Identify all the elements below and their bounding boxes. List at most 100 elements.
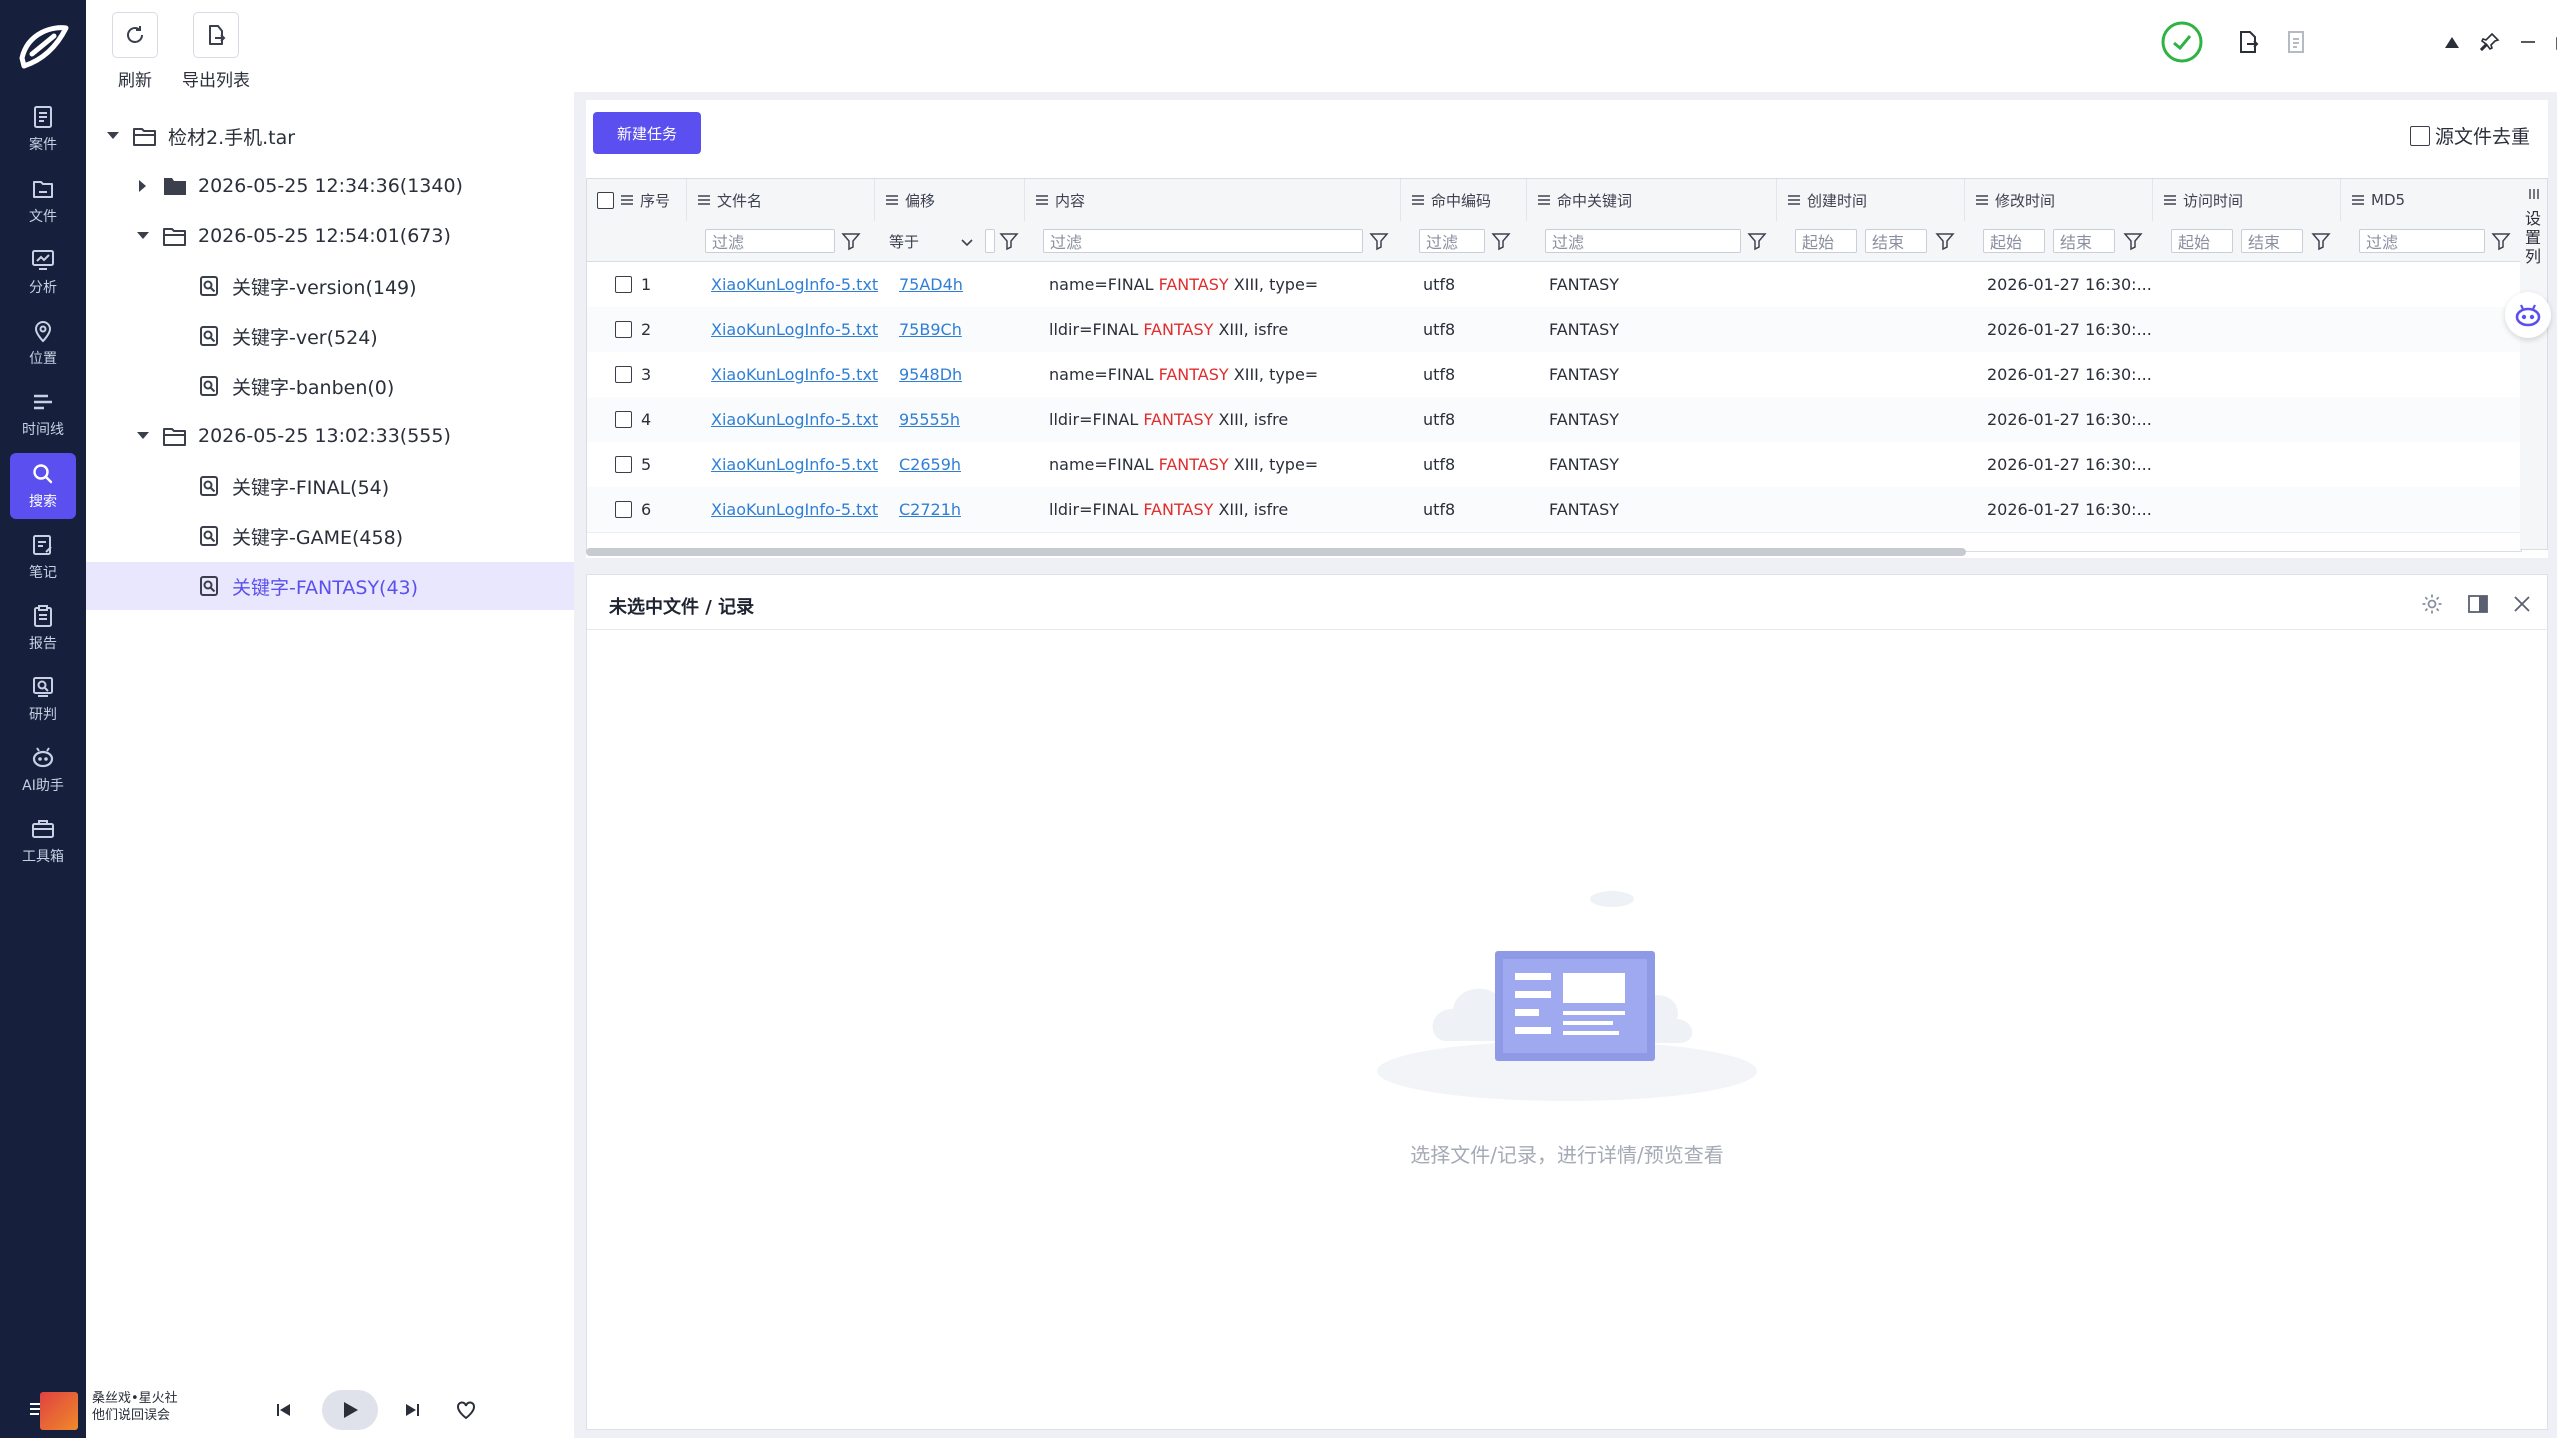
filter-icon[interactable] [1369,231,1389,251]
file-link[interactable]: XiaoKunLogInfo-5.txt [711,442,878,487]
column-menu-icon[interactable] [1537,194,1551,206]
file-link[interactable]: XiaoKunLogInfo-5.txt [711,397,878,442]
column-menu-icon[interactable] [1975,194,1989,206]
tree-item-folder[interactable]: 2026-05-25 13:02:33(555) [86,412,574,460]
tree-item-keyword[interactable]: 关键字-banben(0) [86,362,574,410]
offset-link[interactable]: 9548Dh [899,352,962,397]
row-checkbox-box[interactable] [615,321,632,338]
chevron-down-icon[interactable] [134,427,152,445]
nav-item-file[interactable]: 文件 [10,168,76,234]
offset-link[interactable]: C2659h [899,442,961,487]
nav-item-location[interactable]: 位置 [10,310,76,376]
file-link[interactable]: XiaoKunLogInfo-5.txt [711,307,878,352]
column-menu-icon[interactable] [2163,194,2177,206]
close-panel-icon[interactable] [2507,589,2537,619]
favorite-button[interactable] [446,1390,486,1430]
nav-item-judge[interactable]: 研判 [10,666,76,732]
chevron-down-icon[interactable] [134,227,152,245]
column-menu-icon[interactable] [2351,194,2365,206]
table-row[interactable]: 2 XiaoKunLogInfo-5.txt 75B9Ch lldir=FINA… [587,307,2521,353]
nav-item-timeline[interactable]: 时间线 [10,381,76,447]
col-header-content[interactable]: 内容 [1025,179,1401,221]
column-menu-icon[interactable] [1035,194,1049,206]
tree-item-folder[interactable]: 2026-05-25 12:34:36(1340) [86,162,574,210]
album-art[interactable] [40,1392,78,1430]
filter-input-md5[interactable]: 过滤 [2359,229,2485,253]
pin-icon[interactable] [2472,24,2508,60]
column-menu-icon[interactable] [1411,194,1425,206]
offset-operator-select[interactable]: 等于 [883,229,963,253]
minimize-icon[interactable] [2510,24,2546,60]
select-all-checkbox[interactable] [597,191,614,209]
row-checkbox-box[interactable] [615,411,632,428]
next-track-button[interactable] [392,1390,432,1430]
row-checkbox[interactable] [615,397,632,442]
column-menu-icon[interactable] [885,194,899,206]
tree-item-keyword-selected[interactable]: 关键字-FANTASY(43) [86,562,574,610]
user-icon[interactable] [2434,24,2470,60]
row-checkbox-box[interactable] [615,366,632,383]
table-row[interactable]: 3 XiaoKunLogInfo-5.txt 9548Dh name=FINAL… [587,352,2521,398]
accessed-start-input[interactable]: 起始 [2171,229,2233,253]
tree-item-keyword[interactable]: 关键字-FINAL(54) [86,462,574,510]
filter-icon[interactable] [841,231,861,251]
row-checkbox[interactable] [615,307,632,352]
offset-link[interactable]: 75AD4h [899,262,963,307]
col-header-keyword[interactable]: 命中关键词 [1527,179,1777,221]
export-file-icon[interactable] [2230,24,2266,60]
col-header-accessed[interactable]: 访问时间 [2153,179,2341,221]
tree-item-keyword[interactable]: 关键字-version(149) [86,262,574,310]
column-menu-icon[interactable] [1787,194,1801,206]
row-checkbox-box[interactable] [615,456,632,473]
horizontal-scrollbar[interactable] [586,548,1966,556]
file-link[interactable]: XiaoKunLogInfo-5.txt [711,352,878,397]
row-checkbox-box[interactable] [615,501,632,518]
table-row[interactable]: 6 XiaoKunLogInfo-5.txt C2721h lldir=FINA… [587,487,2521,533]
offset-link[interactable]: 75B9Ch [899,307,962,352]
table-row[interactable]: 5 XiaoKunLogInfo-5.txt C2659h name=FINAL… [587,442,2521,488]
created-end-input[interactable]: 结束 [1865,229,1927,253]
modified-end-input[interactable]: 结束 [2053,229,2115,253]
dedupe-checkbox-box[interactable] [2409,125,2430,146]
filter-input-offset[interactable] [985,229,995,253]
chevron-right-icon[interactable] [134,177,152,195]
filter-input-keyword[interactable]: 过滤 [1545,229,1741,253]
modified-start-input[interactable]: 起始 [1983,229,2045,253]
nav-item-toolbox[interactable]: 工具箱 [10,808,76,874]
table-row[interactable]: 1 XiaoKunLogInfo-5.txt 75AD4h name=FINAL… [587,262,2521,308]
filter-input-encoding[interactable]: 过滤 [1419,229,1485,253]
tree-item-folder[interactable]: 2026-05-25 12:54:01(673) [86,212,574,260]
filter-icon[interactable] [1935,231,1955,251]
tree-item-keyword[interactable]: 关键字-GAME(458) [86,512,574,560]
nav-item-case[interactable]: 案件 [10,96,76,162]
nav-item-ai-assistant[interactable]: AI助手 [10,737,76,803]
filter-input-filename[interactable]: 过滤 [705,229,835,253]
file-link[interactable]: XiaoKunLogInfo-5.txt [711,487,878,532]
nav-item-analysis[interactable]: 分析 [10,239,76,305]
nav-item-search[interactable]: 搜索 [10,453,76,519]
row-checkbox[interactable] [615,442,632,487]
split-view-icon[interactable] [2463,589,2493,619]
col-header-modified[interactable]: 修改时间 [1965,179,2153,221]
settings-gear-icon[interactable] [2417,589,2447,619]
row-checkbox-box[interactable] [615,276,632,293]
col-header-offset[interactable]: 偏移 [875,179,1025,221]
offset-link[interactable]: C2721h [899,487,961,532]
export-list-button[interactable]: 导出列表 [182,12,250,91]
file-link[interactable]: XiaoKunLogInfo-5.txt [711,262,878,307]
document-icon[interactable] [2278,24,2314,60]
col-header-filename[interactable]: 文件名 [687,179,875,221]
dedupe-checkbox[interactable]: 源文件去重 [2409,122,2530,149]
accessed-end-input[interactable]: 结束 [2241,229,2303,253]
filter-icon[interactable] [2311,231,2331,251]
row-checkbox[interactable] [615,352,632,397]
chevron-down-icon[interactable] [957,233,977,253]
row-checkbox[interactable] [615,487,632,532]
column-menu-icon[interactable] [697,194,711,206]
offset-link[interactable]: 95555h [899,397,960,442]
filter-input-content[interactable]: 过滤 [1043,229,1363,253]
restore-icon[interactable] [2546,24,2557,60]
previous-track-button[interactable] [264,1390,304,1430]
filter-icon[interactable] [999,231,1019,251]
col-header-md5[interactable]: MD5 [2341,179,2521,221]
